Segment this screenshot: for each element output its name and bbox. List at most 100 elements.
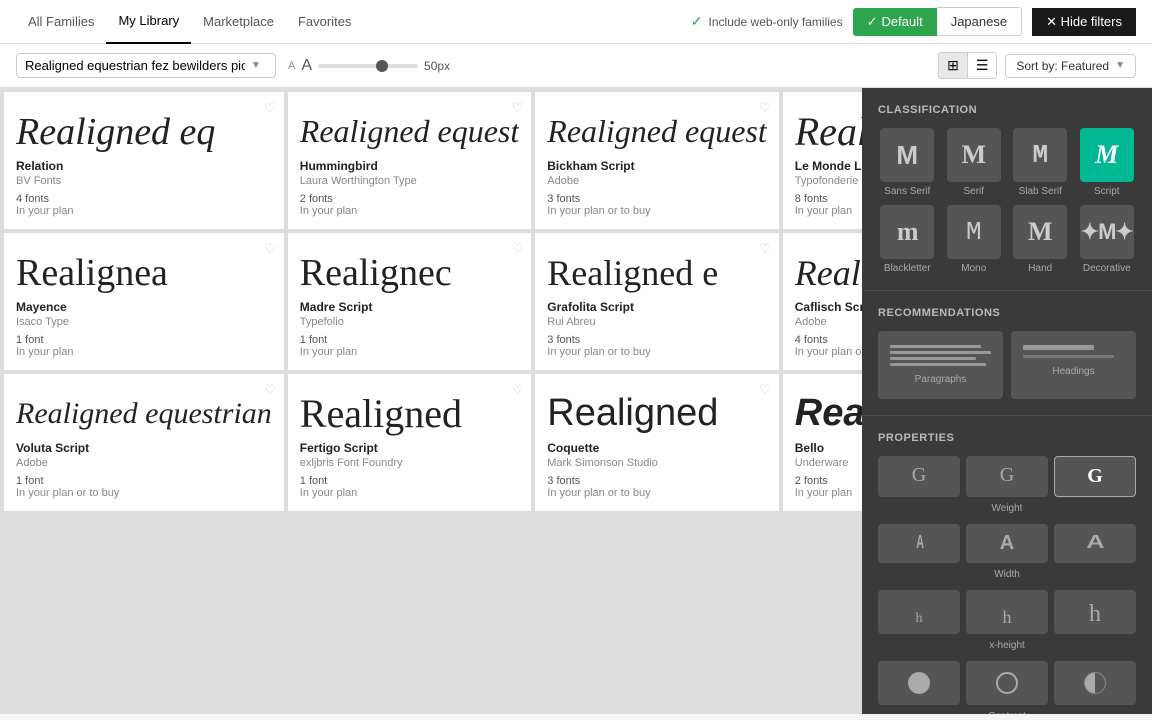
contrast-high[interactable] <box>1054 661 1136 705</box>
font-card-bickham[interactable]: ♡ Realigned equest Bickham Script Adobe … <box>535 92 778 229</box>
font-name: Voluta Script <box>16 441 272 455</box>
width-normal[interactable]: A <box>966 524 1048 563</box>
class-label: Serif <box>963 186 984 197</box>
font-count: 1 font <box>300 475 519 487</box>
class-sans-serif[interactable]: M Sans Serif <box>878 128 937 197</box>
class-decorative[interactable]: ✦M✦ Decorative <box>1078 205 1137 274</box>
heart-icon[interactable]: ♡ <box>512 100 524 116</box>
font-name: Caflisch Script <box>795 300 862 314</box>
heart-icon[interactable]: ♡ <box>264 382 276 398</box>
heart-icon[interactable]: ♡ <box>264 100 276 116</box>
font-count: 3 fonts <box>547 475 766 487</box>
heart-icon[interactable]: ♡ <box>512 382 524 398</box>
font-card-grafolita[interactable]: ♡ Realigned e Grafolita Script Rui Abreu… <box>535 233 778 370</box>
heart-icon[interactable]: ♡ <box>264 241 276 257</box>
weight-light[interactable]: G <box>878 456 960 497</box>
xheight-label: x-height <box>878 640 1136 651</box>
size-slider[interactable] <box>318 64 418 68</box>
size-controls: A A 50px <box>288 57 450 75</box>
heart-icon[interactable]: ♡ <box>512 241 524 257</box>
font-card-fertigo[interactable]: ♡ Realigned Fertigo Script exljbris Font… <box>288 374 531 511</box>
class-mono[interactable]: M Mono <box>945 205 1004 274</box>
font-foundry: Adobe <box>795 316 862 328</box>
font-name: Relation <box>16 159 272 173</box>
font-plan: In your plan or to buy <box>547 346 766 358</box>
font-name: Fertigo Script <box>300 441 519 455</box>
class-hand[interactable]: M Hand <box>1011 205 1070 274</box>
default-button[interactable]: ✓ Default <box>853 8 937 36</box>
sidebar: CLASSIFICATION M Sans Serif M Serif M Sl… <box>862 88 1152 714</box>
font-card-coquette[interactable]: ♡ Realigned Coquette Mark Simonson Studi… <box>535 374 778 511</box>
font-name: Le Monde Livre Classic <box>795 159 862 173</box>
xheight-large[interactable]: h <box>1054 590 1136 634</box>
font-foundry: Adobe <box>547 175 766 187</box>
font-size-label: 50px <box>424 59 450 73</box>
nav-marketplace[interactable]: Marketplace <box>191 0 286 44</box>
font-foundry: Typefolio <box>300 316 519 328</box>
font-preview: Realignec <box>300 245 519 300</box>
font-count: 2 fonts <box>795 475 862 487</box>
class-label: Slab Serif <box>1019 186 1062 197</box>
font-preview: Realigned eq <box>16 104 272 159</box>
font-card-voluta[interactable]: ♡ Realigned equestrian Voluta Script Ado… <box>4 374 284 511</box>
font-count: 8 fonts <box>795 193 862 205</box>
font-foundry: Laura Worthington Type <box>300 175 519 187</box>
preview-text-input[interactable] <box>25 58 245 73</box>
hide-filters-button[interactable]: ✕ Hide filters <box>1032 8 1136 36</box>
font-name: Hummingbird <box>300 159 519 173</box>
font-preview: Realigned <box>547 386 766 441</box>
xheight-small[interactable]: h <box>878 590 960 634</box>
class-script[interactable]: M Script <box>1078 128 1137 197</box>
include-web-label: Include web-only families <box>709 15 843 29</box>
font-card-lemonde[interactable]: ♡ Realigned Le Monde Livre Classic Typof… <box>783 92 862 229</box>
classification-title: CLASSIFICATION <box>878 104 1136 116</box>
class-serif[interactable]: M Serif <box>945 128 1004 197</box>
font-count: 1 font <box>16 334 272 346</box>
font-foundry: BV Fonts <box>16 175 272 187</box>
weight-regular[interactable]: G <box>966 456 1048 497</box>
xheight-medium[interactable]: h <box>966 590 1048 634</box>
heart-icon[interactable]: ♡ <box>759 100 771 116</box>
nav-all-families[interactable]: All Families <box>16 0 106 44</box>
large-a-label: A <box>301 57 312 75</box>
list-view-button[interactable]: ☰ <box>968 52 998 79</box>
font-preview: Realigned e <box>795 386 862 441</box>
nav-my-library[interactable]: My Library <box>106 0 191 44</box>
sort-dropdown[interactable]: Sort by: Featured ▼ <box>1005 54 1136 78</box>
font-card-caflisch[interactable]: ♡ Realigned equ Caflisch Script Adobe 4 … <box>783 233 862 370</box>
heart-icon[interactable]: ♡ <box>759 241 771 257</box>
font-plan: In your plan <box>300 487 519 499</box>
nav-favorites[interactable]: Favorites <box>286 0 363 44</box>
class-slab-serif[interactable]: M Slab Serif <box>1011 128 1070 197</box>
font-card-hummingbird[interactable]: ♡ Realigned equest Hummingbird Laura Wor… <box>288 92 531 229</box>
font-plan: In your plan <box>16 205 272 217</box>
include-web-checkbox[interactable]: ✓ Include web-only families <box>691 13 843 30</box>
font-foundry: exljbris Font Foundry <box>300 457 519 469</box>
font-count: 4 fonts <box>16 193 272 205</box>
contrast-medium[interactable] <box>966 661 1048 705</box>
japanese-button[interactable]: Japanese <box>937 7 1022 36</box>
font-count: 1 font <box>16 475 272 487</box>
font-count: 3 fonts <box>547 334 766 346</box>
rec-headings[interactable]: Headings <box>1011 331 1136 399</box>
weight-bold[interactable]: G <box>1054 456 1136 497</box>
classification-section: CLASSIFICATION M Sans Serif M Serif M Sl… <box>862 88 1152 291</box>
rec-paragraphs[interactable]: Paragraphs <box>878 331 1003 399</box>
font-foundry: Rui Abreu <box>547 316 766 328</box>
width-narrow[interactable]: A <box>878 524 960 563</box>
dropdown-arrow-icon[interactable]: ▼ <box>251 60 261 71</box>
contrast-low[interactable] <box>878 661 960 705</box>
font-foundry: Mark Simonson Studio <box>547 457 766 469</box>
font-card-mayence[interactable]: ♡ Realignea Mayence Isaco Type 1 font In… <box>4 233 284 370</box>
class-label: Decorative <box>1083 263 1131 274</box>
width-wide[interactable]: A <box>1054 524 1136 563</box>
font-plan: In your plan <box>795 205 862 217</box>
weight-label: Weight <box>878 503 1136 514</box>
grid-view-button[interactable]: ⊞ <box>938 52 968 79</box>
check-icon: ✓ <box>867 14 878 30</box>
font-card-relation[interactable]: ♡ Realigned eq Relation BV Fonts 4 fonts… <box>4 92 284 229</box>
class-blackletter[interactable]: m Blackletter <box>878 205 937 274</box>
font-card-madre[interactable]: ♡ Realignec Madre Script Typefolio 1 fon… <box>288 233 531 370</box>
heart-icon[interactable]: ♡ <box>759 382 771 398</box>
font-card-bello[interactable]: ♡ Realigned e Bello Underware 2 fonts In… <box>783 374 862 511</box>
